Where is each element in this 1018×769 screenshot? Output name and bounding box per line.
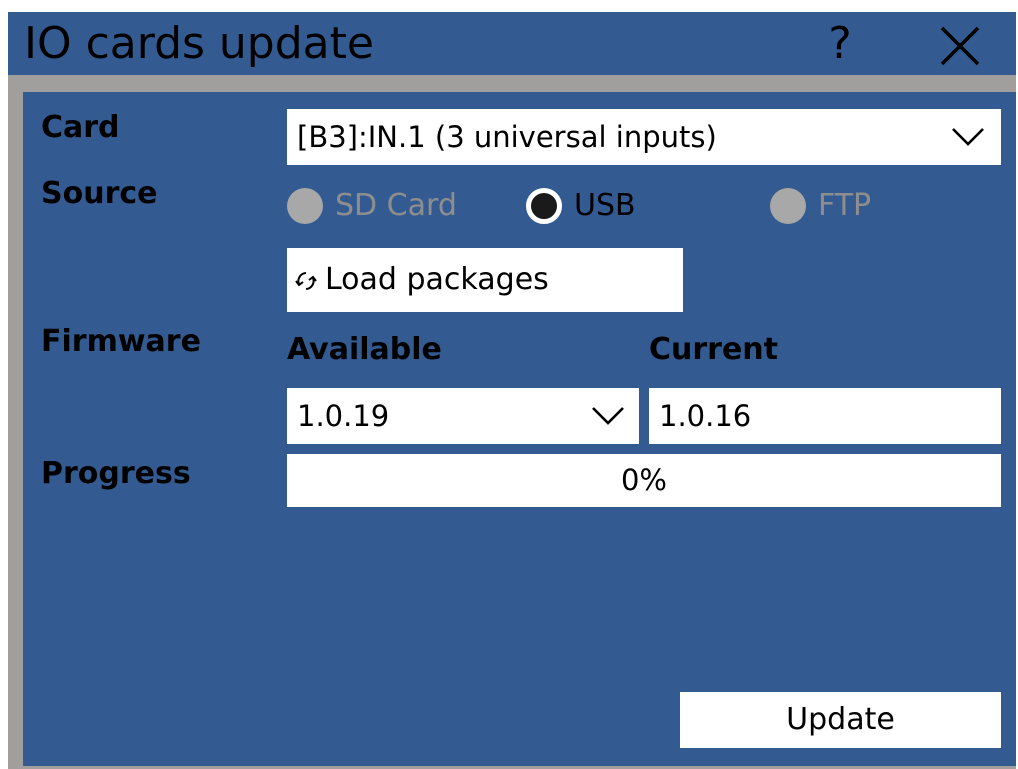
radio-usb-label: USB bbox=[574, 188, 636, 223]
radio-sd-card[interactable] bbox=[287, 188, 323, 224]
progress-label: Progress bbox=[41, 456, 191, 491]
load-packages-label: Load packages bbox=[325, 262, 549, 297]
close-button[interactable] bbox=[938, 24, 982, 68]
source-label: Source bbox=[41, 176, 158, 211]
title-bar: IO cards update ? bbox=[8, 12, 1016, 75]
progress-bar: 0% bbox=[287, 454, 1001, 507]
chevron-down-icon bbox=[592, 407, 624, 425]
radio-usb[interactable] bbox=[526, 188, 562, 224]
chevron-down-icon bbox=[952, 128, 984, 146]
dialog-content: Card [B3]:IN.1 (3 universal inputs) Sour… bbox=[23, 92, 1016, 766]
update-button-label: Update bbox=[786, 702, 895, 737]
radio-ftp-label: FTP bbox=[818, 188, 872, 223]
radio-sd-card-label: SD Card bbox=[335, 188, 457, 223]
card-select[interactable]: [B3]:IN.1 (3 universal inputs) bbox=[287, 109, 1001, 165]
help-button[interactable]: ? bbox=[816, 18, 864, 70]
current-version-value: 1.0.16 bbox=[659, 399, 752, 433]
load-packages-button[interactable]: Load packages bbox=[287, 248, 683, 312]
available-heading: Available bbox=[287, 332, 442, 367]
progress-text: 0% bbox=[620, 463, 667, 497]
current-version-field: 1.0.16 bbox=[649, 388, 1001, 444]
current-heading: Current bbox=[649, 332, 779, 367]
dialog-title: IO cards update bbox=[24, 18, 374, 69]
firmware-label: Firmware bbox=[41, 324, 201, 359]
radio-ftp[interactable] bbox=[770, 188, 806, 224]
update-button[interactable]: Update bbox=[680, 692, 1001, 748]
io-cards-update-dialog: IO cards update ? Card [B3]:IN.1 (3 univ… bbox=[8, 12, 1016, 769]
close-icon bbox=[940, 26, 980, 66]
refresh-icon bbox=[295, 272, 317, 290]
card-label: Card bbox=[41, 110, 120, 145]
available-version-value: 1.0.19 bbox=[297, 399, 390, 433]
available-version-select[interactable]: 1.0.19 bbox=[287, 388, 639, 444]
card-select-value: [B3]:IN.1 (3 universal inputs) bbox=[297, 120, 717, 154]
